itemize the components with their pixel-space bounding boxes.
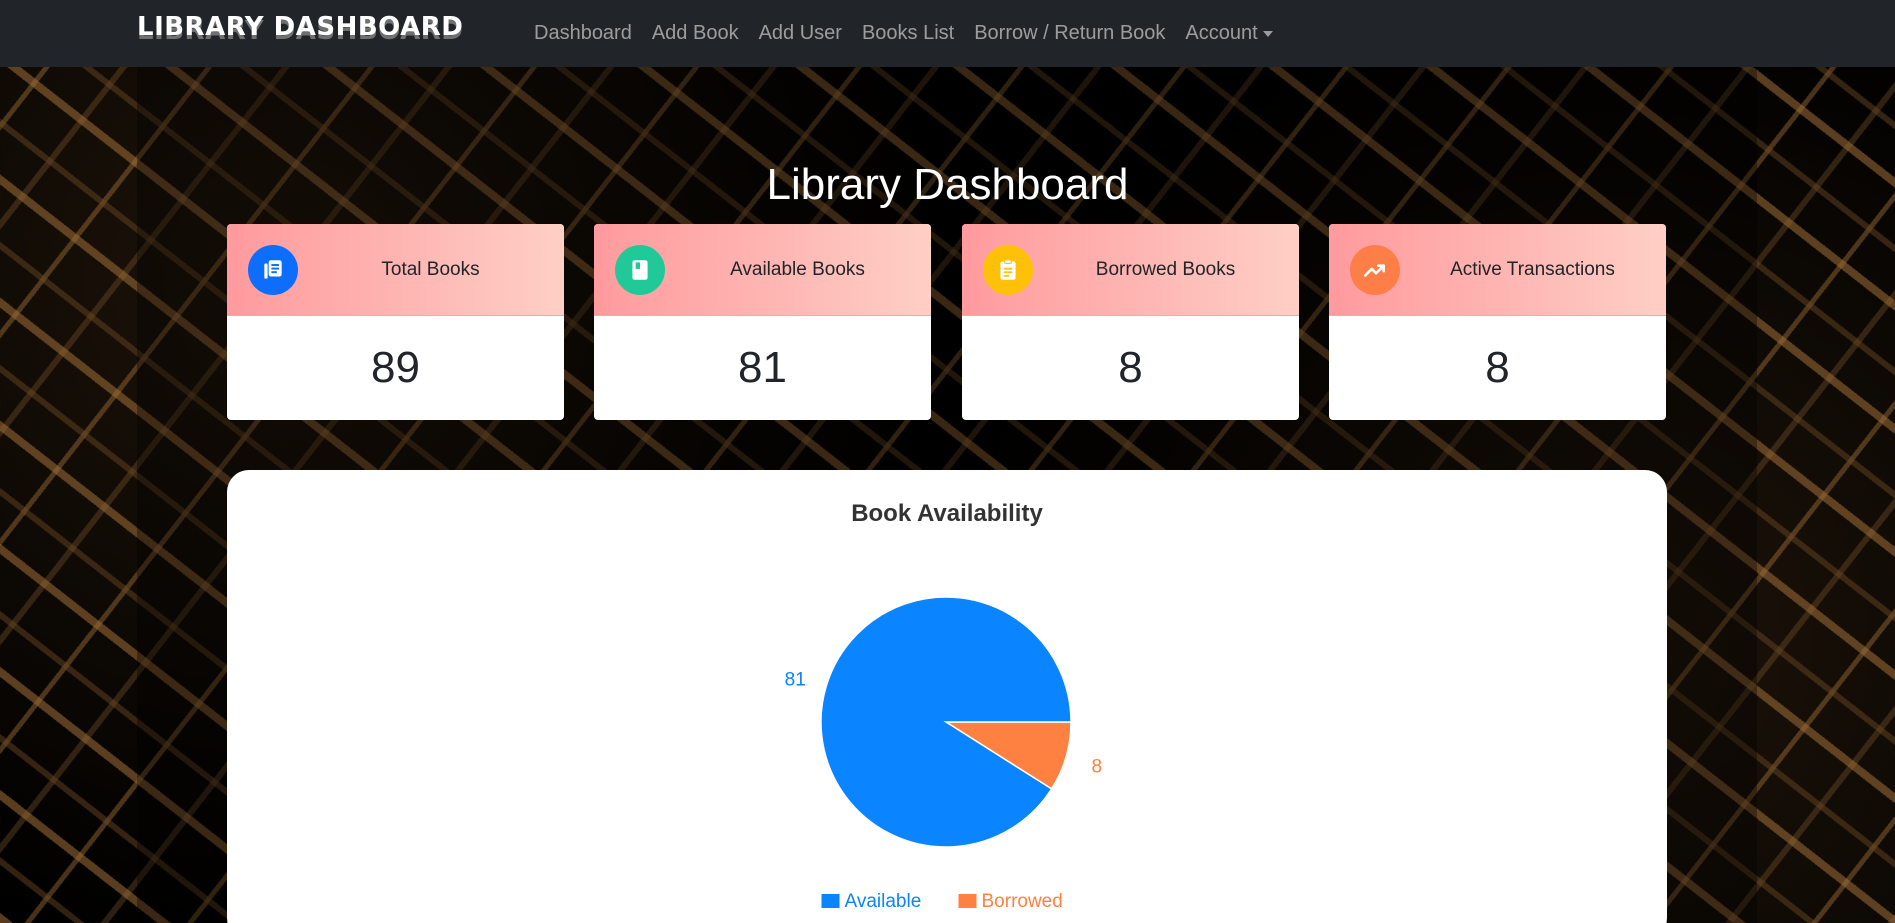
nav-links: Dashboard Add Book Add User Books List B… [524, 0, 1283, 67]
book-icon [615, 245, 665, 295]
book-availability-chart-panel: Book Availability 8 81 Available Borrowed [227, 470, 1667, 923]
card-title: Active Transactions [1450, 258, 1615, 280]
legend-label-available[interactable]: Available [845, 891, 922, 912]
nav-dashboard[interactable]: Dashboard [524, 22, 642, 45]
card-title: Available Books [730, 258, 865, 280]
legend-swatch-borrowed[interactable] [958, 894, 977, 908]
card-value: 8 [1118, 343, 1143, 392]
card-value: 81 [738, 343, 787, 392]
card-header: Total Books [227, 224, 564, 316]
clipboard-icon [983, 245, 1033, 295]
legend-label-borrowed[interactable]: Borrowed [982, 891, 1063, 912]
account-label: Account [1185, 22, 1258, 44]
brand-logo[interactable]: LIBRARY DASHBOARD [137, 12, 463, 42]
nav-borrow-return[interactable]: Borrow / Return Book [964, 22, 1175, 45]
card-header: Borrowed Books [962, 224, 1299, 316]
stat-card-total-books: Total Books 89 [227, 224, 564, 420]
pie-label-available: 81 [785, 669, 806, 690]
card-header: Active Transactions [1329, 224, 1666, 316]
legend-swatch-available[interactable] [821, 894, 840, 908]
stat-card-available-books: Available Books 81 [594, 224, 931, 420]
card-title: Total Books [381, 258, 480, 280]
stat-card-borrowed-books: Borrowed Books 8 [962, 224, 1299, 420]
stat-card-active-transactions: Active Transactions 8 [1329, 224, 1666, 420]
nav-add-user[interactable]: Add User [749, 22, 852, 45]
library-books-icon [248, 245, 298, 295]
trending-up-icon [1350, 245, 1400, 295]
card-value: 8 [1485, 343, 1510, 392]
chevron-down-icon [1262, 30, 1273, 37]
nav-account-dropdown[interactable]: Account [1175, 22, 1282, 45]
card-title: Borrowed Books [1095, 258, 1236, 280]
pie-slice-available[interactable] [820, 596, 1072, 848]
card-value: 89 [371, 343, 420, 392]
card-header: Available Books [594, 224, 931, 316]
page-title: Library Dashboard [766, 160, 1129, 209]
chart-title: Book Availability [851, 500, 1043, 527]
nav-add-book[interactable]: Add Book [642, 22, 749, 45]
navbar: LIBRARY DASHBOARD Dashboard Add Book Add… [0, 0, 1895, 67]
pie-label-borrowed: 8 [1091, 757, 1102, 778]
pie-chart: Book Availability 8 81 Available Borrowed [785, 500, 1102, 912]
nav-books-list[interactable]: Books List [852, 22, 964, 45]
